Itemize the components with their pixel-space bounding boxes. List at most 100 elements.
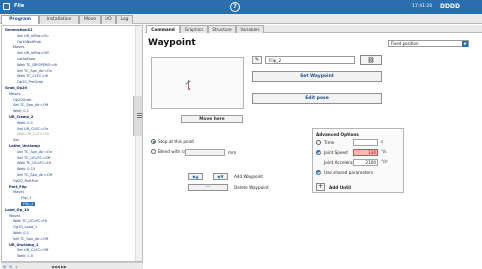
waypoint-name-field[interactable]: Flip_2	[265, 56, 355, 64]
blend-radius-field[interactable]	[185, 149, 225, 156]
stop-radio[interactable]	[151, 139, 156, 144]
delete-waypoint-label[interactable]: Delete Waypoint	[234, 185, 269, 190]
tree-node[interactable]: Wait UR_CLFC=Hi	[17, 132, 49, 136]
accel-field[interactable]: 2100	[353, 159, 378, 166]
tree-node[interactable]: Set TC_Spn_Air=Off	[13, 237, 48, 241]
tree-node[interactable]: MoveL	[9, 214, 21, 218]
tree-node-label: Flip_1	[21, 196, 32, 201]
tab-structure[interactable]: Structure	[208, 25, 236, 33]
speed-label: Joint Speed	[324, 150, 348, 155]
tree-node-label: Set	[13, 138, 19, 143]
time-label: Time	[324, 140, 335, 145]
tab-io[interactable]: I/O	[101, 15, 116, 24]
tree-node[interactable]: Wait: 0.1	[17, 121, 33, 125]
blend-unit: mm	[228, 150, 237, 155]
tree-node-label: Op20_PartPull	[13, 178, 38, 183]
tree-node-label: Wait: 0.1	[13, 231, 30, 235]
tree-node-label: MoveL	[13, 45, 25, 50]
tree-resize-handle[interactable]	[133, 96, 142, 136]
ur-logo-icon[interactable]	[3, 3, 10, 10]
tree-node[interactable]: Part_Flip	[9, 185, 27, 189]
tree-node[interactable]: LatheDoor	[17, 57, 36, 61]
tree-node[interactable]: Set TC_Spn_Air=On	[17, 69, 52, 73]
tree-root[interactable]: GenerationS1	[5, 28, 33, 32]
tree-node[interactable]: Op20_PartPull	[13, 179, 38, 183]
advanced-options-panel: Advanced Options Time s Joint Speed 130 …	[312, 128, 404, 193]
tree-node[interactable]: Wait: 0.15	[17, 167, 35, 171]
tab-move[interactable]: Move	[79, 15, 101, 24]
tree-node-label: Wait TC_DROPENO=Hi	[17, 62, 58, 67]
blend-radio[interactable]	[151, 149, 156, 154]
time-field[interactable]	[353, 139, 378, 146]
pencil-icon[interactable]: ✎	[252, 56, 262, 64]
time-checkbox[interactable]	[316, 140, 321, 145]
tree-node-label: UR_Unclamp_1	[9, 242, 39, 247]
tree-node[interactable]: Op10NotProb	[17, 40, 41, 44]
move-here-button[interactable]: Move here	[181, 115, 243, 123]
file-menu[interactable]: File	[14, 3, 24, 9]
move-up-button[interactable]: ◆▲	[188, 173, 203, 180]
link-icon[interactable]: ⛓	[360, 55, 382, 65]
tree-node[interactable]: Wait: 0.1	[13, 109, 29, 113]
tree-node[interactable]: Op20Grab	[13, 98, 31, 102]
tree-node[interactable]: Op10_Load_1	[13, 225, 37, 229]
shared-checkbox[interactable]	[316, 170, 321, 175]
tree-node-label: Wait: 0.1	[17, 120, 34, 125]
add-until-label[interactable]: Add Until	[329, 185, 351, 190]
tree-node[interactable]: Lathe_Unclamp	[9, 144, 40, 148]
tab-graphics[interactable]: Graphics	[180, 25, 208, 33]
chevron-down-icon: ▼	[462, 41, 468, 47]
speed-unit: °/s	[381, 149, 387, 154]
tree-node[interactable]: Op20_PreGrab	[17, 80, 43, 84]
tree-node[interactable]: Set TC_Spn_Air=On	[17, 150, 52, 154]
tree-node[interactable]: Set	[13, 138, 19, 142]
tree-node[interactable]: MoveJ	[13, 190, 24, 194]
tree-node[interactable]: Set UR_InPos=On	[17, 34, 49, 38]
tree-node[interactable]: Wait: 1.0	[17, 254, 33, 258]
tree-node[interactable]: Flip_2	[21, 202, 36, 206]
zoom-out-icon[interactable]: ⊖	[8, 264, 13, 269]
tree-node[interactable]: Set TC_Spn_Air=Off	[13, 103, 48, 107]
search-icon[interactable]: ⌕	[14, 264, 19, 269]
help-icon[interactable]: ?	[230, 2, 240, 12]
zoom-in-icon[interactable]: ⊕	[2, 264, 7, 269]
tab-installation[interactable]: Installation	[39, 15, 79, 24]
tab-program[interactable]: Program	[1, 15, 39, 24]
tree-node[interactable]: Wait TC_DROPENO=Hi	[17, 63, 57, 67]
edit-pose-button[interactable]: Edit pose	[252, 93, 382, 104]
tree-node-label: MoveL	[9, 213, 21, 218]
tree-node[interactable]: Wait TC_CLFC=Hi	[17, 74, 48, 78]
tree-node[interactable]: Wait TC_UCLPC=Hi	[13, 219, 47, 223]
tree-node[interactable]: Set UR_CLFC=Off	[17, 248, 48, 252]
delete-waypoint-button[interactable]: —	[188, 184, 228, 191]
tree-scrollbar[interactable]	[135, 26, 142, 261]
tree-node[interactable]: Grab_Op20	[5, 86, 27, 90]
add-waypoint-label[interactable]: Add Waypoint	[234, 174, 263, 179]
tree-node[interactable]: Flip_1	[21, 196, 31, 200]
tab-command[interactable]: Command	[146, 25, 180, 33]
page-title: Waypoint	[148, 38, 196, 48]
tree-nav[interactable]: ◀◀◀ ▶▶	[51, 264, 67, 269]
speed-field[interactable]: 130	[353, 149, 378, 156]
tree-node[interactable]: Set TC_UCLFC=Off	[17, 156, 50, 160]
tree-node[interactable]: Set UR_CLFC=On	[17, 127, 48, 131]
tree-node[interactable]: Set TC_Spn_Air=Off	[17, 173, 52, 177]
set-waypoint-button[interactable]: Set Waypoint	[252, 71, 382, 82]
tree-node-label: Wait: 1.0	[17, 254, 34, 259]
add-until-icon[interactable]: +	[316, 183, 325, 191]
tab-variables[interactable]: Variables	[236, 25, 264, 33]
tree-node[interactable]: Wait: 0.1	[13, 231, 29, 235]
tree-node[interactable]: Set UR_InPos=Off	[17, 51, 49, 55]
tree-node[interactable]: MoveL	[13, 45, 25, 49]
tree-node[interactable]: Wait TC_UCLFC=Hi	[17, 161, 51, 165]
pane-tabs: Command Graphics Structure Variables	[145, 25, 482, 33]
tree-node[interactable]: UR_Unclamp_1	[9, 243, 38, 247]
position-mode-select[interactable]: Fixed position ▼	[388, 40, 469, 47]
speed-checkbox[interactable]	[316, 150, 321, 155]
tree-node[interactable]: MoveL	[9, 92, 21, 96]
tree-node[interactable]: UR_Clamp_2	[9, 115, 33, 119]
clock: 17:41:20	[412, 4, 433, 9]
move-down-button[interactable]: ◆▼	[213, 173, 228, 180]
tree-node[interactable]: Load_Op_10	[5, 208, 29, 212]
tab-log[interactable]: Log	[116, 15, 133, 24]
